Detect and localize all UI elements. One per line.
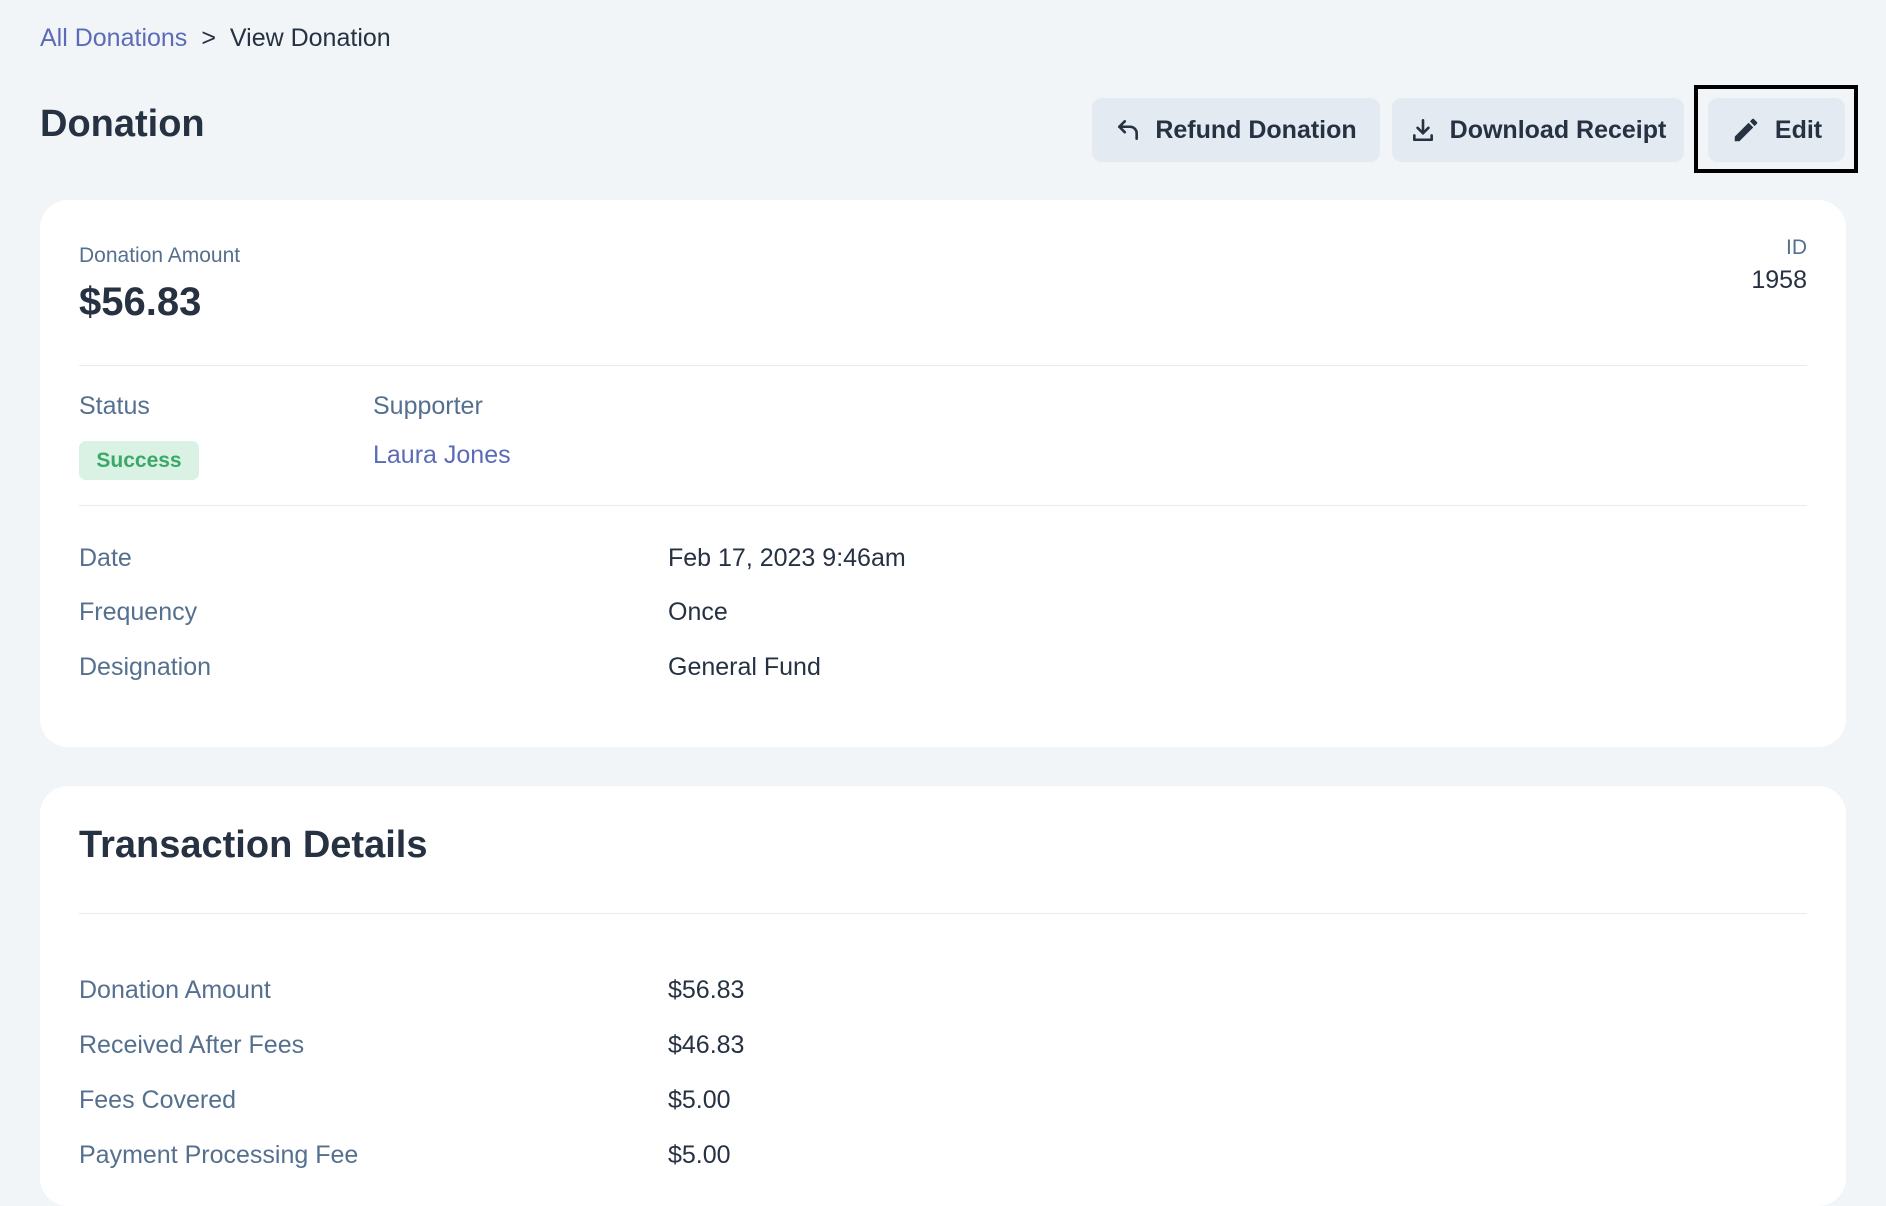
frequency-label: Frequency xyxy=(79,598,198,626)
download-icon xyxy=(1410,117,1436,143)
breadcrumb: All Donations > View Donation xyxy=(40,22,391,54)
transaction-donation-amount-value: $56.83 xyxy=(668,976,745,1004)
download-receipt-button[interactable]: Download Receipt xyxy=(1392,98,1684,162)
fees-covered-value: $5.00 xyxy=(668,1086,731,1114)
edit-label: Edit xyxy=(1774,115,1823,144)
supporter-label: Supporter xyxy=(373,392,483,420)
frequency-value: Once xyxy=(668,598,728,626)
page-title: Donation xyxy=(40,103,205,145)
donation-id-value: 1958 xyxy=(1751,266,1807,294)
donation-amount-value: $56.83 xyxy=(79,280,202,324)
fees-covered-label: Fees Covered xyxy=(79,1086,237,1114)
divider xyxy=(79,505,1807,506)
status-badge: Success xyxy=(79,441,199,480)
received-after-fees-value: $46.83 xyxy=(668,1031,745,1059)
download-receipt-label: Download Receipt xyxy=(1449,115,1667,144)
breadcrumb-current: View Donation xyxy=(229,24,391,52)
received-after-fees-label: Received After Fees xyxy=(79,1031,305,1059)
refund-donation-button[interactable]: Refund Donation xyxy=(1092,98,1380,162)
refund-donation-label: Refund Donation xyxy=(1155,115,1357,144)
designation-label: Designation xyxy=(79,653,212,681)
undo-arrow-icon xyxy=(1115,117,1141,143)
divider xyxy=(79,913,1807,914)
donation-summary-card: Donation Amount $56.83 ID 1958 Status Su… xyxy=(40,200,1846,747)
date-value: Feb 17, 2023 9:46am xyxy=(668,544,906,572)
transaction-donation-amount-label: Donation Amount xyxy=(79,976,271,1004)
breadcrumb-all-donations-link[interactable]: All Donations xyxy=(40,22,187,54)
breadcrumb-separator: > xyxy=(201,24,216,52)
payment-processing-fee-value: $5.00 xyxy=(668,1141,731,1169)
payment-processing-fee-label: Payment Processing Fee xyxy=(79,1141,359,1169)
supporter-link[interactable]: Laura Jones xyxy=(373,441,511,470)
transaction-details-card: Transaction Details Donation Amount $56.… xyxy=(40,786,1846,1206)
donation-amount-label: Donation Amount xyxy=(79,244,241,267)
donation-id-label: ID xyxy=(1786,236,1807,259)
edit-button[interactable]: Edit xyxy=(1708,98,1845,162)
status-label: Status xyxy=(79,392,150,420)
designation-value: General Fund xyxy=(668,653,821,681)
transaction-details-title: Transaction Details xyxy=(79,824,428,866)
pencil-icon xyxy=(1731,115,1761,145)
divider xyxy=(79,365,1807,366)
date-label: Date xyxy=(79,544,132,572)
